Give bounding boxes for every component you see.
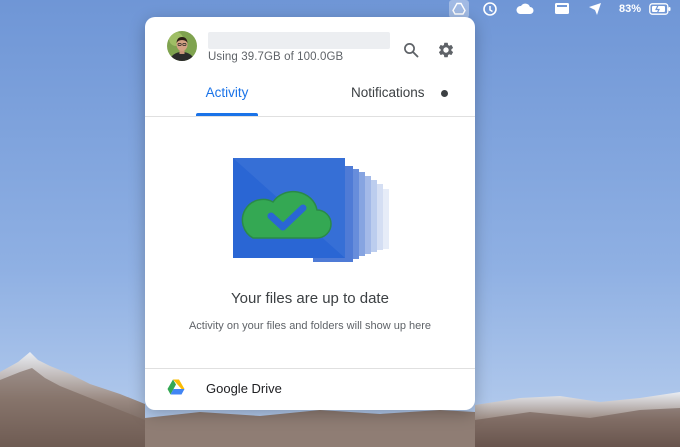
cloud-icon[interactable] xyxy=(514,0,536,18)
battery-percent: 83% xyxy=(619,3,642,15)
storage-usage-text: Using 39.7GB of 100.0GB xyxy=(208,51,344,63)
settings-button[interactable] xyxy=(435,39,457,61)
sync-complete-illustration xyxy=(233,158,389,262)
location-icon[interactable] xyxy=(586,0,604,18)
google-drive-logo-icon xyxy=(167,379,185,400)
status-headline: Your files are up to date xyxy=(231,290,389,307)
battery-icon[interactable] xyxy=(648,0,672,18)
display-icon[interactable] xyxy=(553,0,571,18)
account-name-redacted xyxy=(208,32,390,49)
tab-notifications[interactable]: Notifications xyxy=(351,85,425,100)
avatar[interactable] xyxy=(167,31,197,61)
notification-dot xyxy=(441,90,448,97)
gear-icon xyxy=(438,42,454,58)
menu-bar: 83% xyxy=(0,0,680,18)
google-drive-icon[interactable] xyxy=(449,0,469,18)
search-button[interactable] xyxy=(400,39,422,61)
footer-divider xyxy=(145,368,475,369)
drive-popup-panel: Using 39.7GB of 100.0GB Activity Notific… xyxy=(145,17,475,410)
tab-activity[interactable]: Activity xyxy=(196,85,258,100)
status-subline: Activity on your files and folders will … xyxy=(188,320,432,332)
search-icon xyxy=(404,43,419,58)
sync-icon[interactable] xyxy=(481,0,499,18)
footer-app-name[interactable]: Google Drive xyxy=(206,381,282,396)
tabs-divider xyxy=(145,116,475,117)
